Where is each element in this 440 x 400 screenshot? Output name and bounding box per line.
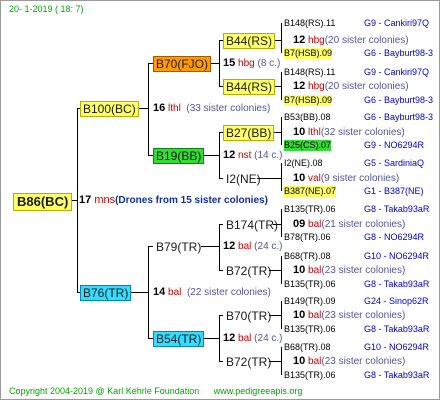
g4-queen-11[interactable]: B135(TR).06 G8 - Takab93aR — [284, 279, 429, 290]
g1-queen-0[interactable]: B100(BC) — [80, 101, 139, 117]
g3-info-0: 12 hbg(20 sister colonies) — [293, 34, 409, 46]
g3-info-3: 10 val(9 sister colonies) — [293, 172, 400, 184]
g2-info-2: 12 bal (24 c.) — [223, 240, 283, 252]
g4-queen-15[interactable]: B135(TR).06 G8 - Takab93aR — [284, 370, 429, 381]
g2-info-3: 12 bal (24 c.) — [223, 332, 283, 344]
root-race: mns — [94, 194, 116, 206]
g3-info-4: 09 bal(21 sister colonies) — [293, 218, 406, 230]
g3-info-1: 12 hbg(20 sister colonies) — [293, 80, 409, 92]
g2-info-1: 12 nst (14 c.) — [223, 149, 283, 161]
g4-queen-13[interactable]: B135(TR).06 G8 - Takab93aR — [284, 324, 429, 335]
copyright-text: Copyright 2004-2019 @ Karl Kehrle Founda… — [9, 386, 200, 396]
root-num: 17 — [79, 194, 92, 206]
g3-queen-4[interactable]: B174(TR) — [223, 217, 281, 233]
g3-info-5: 10 bal(23 sister colonies) — [293, 264, 406, 276]
footer: Copyright 2004-2019 @ Karl Kehrle Founda… — [9, 386, 302, 396]
g3-queen-1[interactable]: B44(RS) — [223, 79, 276, 95]
date-header: 20- 1-2019 ( 18: 7) — [9, 4, 84, 14]
pedigree-chart: { "header": {"date": "20- 1-2019 ( 18: 7… — [0, 0, 440, 400]
g4-queen-3[interactable]: B7(HSB).09 G6 - Bayburt98-3 — [284, 95, 433, 106]
g4-queen-5[interactable]: B25(CS).07 G9 - NO6294R — [284, 140, 424, 151]
g4-queen-8[interactable]: B135(TR).06 G8 - Takab93aR — [284, 204, 429, 215]
g3-info-7: 10 bal(23 sister colonies) — [293, 355, 406, 367]
g2-queen-2[interactable]: B79(TR) — [153, 239, 204, 255]
g3-queen-6[interactable]: B70(TR) — [223, 308, 274, 324]
g2-queen-3[interactable]: B54(TR) — [153, 331, 205, 347]
g4-queen-7[interactable]: B387(NE).07 G1 - B387(NE) — [284, 186, 424, 197]
g4-queen-1[interactable]: B7(HSB).09 G6 - Bayburt98-3 — [284, 48, 433, 59]
g2-queen-1[interactable]: B19(BB) — [153, 148, 205, 164]
g4-queen-6[interactable]: I2(NE).08 G5 - SardiniaQ — [284, 158, 424, 169]
g2-queen-0[interactable]: B70(FJO) — [153, 56, 212, 72]
g3-info-6: 10 bal(23 sister colonies) — [293, 309, 406, 321]
g3-info-2: 10 lthl(32 sister colonies) — [293, 126, 405, 138]
root-info: 17 mns(Drones from 15 sister colonies) — [79, 194, 268, 207]
g3-queen-0[interactable]: B44(RS) — [223, 33, 276, 49]
g3-queen-2[interactable]: B27(BB) — [223, 125, 275, 141]
g4-queen-10[interactable]: B68(TR).08 G10 - NO6294R — [284, 251, 429, 262]
g3-queen-3[interactable]: I2(NE) — [223, 171, 264, 187]
g2-info-0: 15 hbg (8 c.) — [223, 57, 281, 69]
g3-queen-5[interactable]: B72(TR) — [223, 263, 274, 279]
g4-queen-12[interactable]: B149(TR).09 G24 - Sinop62R — [284, 296, 429, 307]
g4-queen-0[interactable]: B148(RS).11 G9 - Cankiri97Q — [284, 18, 429, 29]
g1-info-0: 16 lthl (33 sister colonies) — [153, 102, 271, 114]
g3-queen-7[interactable]: B72(TR) — [223, 354, 274, 370]
g1-info-1: 14 bal (22 sister colonies) — [153, 286, 271, 298]
g1-queen-1[interactable]: B76(TR) — [80, 285, 132, 301]
g4-queen-2[interactable]: B148(RS).11 G9 - Cankiri97Q — [284, 67, 429, 78]
root-drones: (Drones from 15 sister colonies) — [115, 195, 268, 206]
g4-queen-9[interactable]: B78(TR).06 G8 - NO6294R — [284, 232, 424, 243]
g4-queen-14[interactable]: B68(TR).08 G10 - NO6294R — [284, 342, 429, 353]
root-queen[interactable]: B86(BC) — [13, 193, 73, 211]
g4-queen-4[interactable]: B53(BB).08 G6 - Bayburt98-3 — [284, 112, 433, 123]
site-link[interactable]: www.pedigreeapis.org — [214, 386, 303, 396]
